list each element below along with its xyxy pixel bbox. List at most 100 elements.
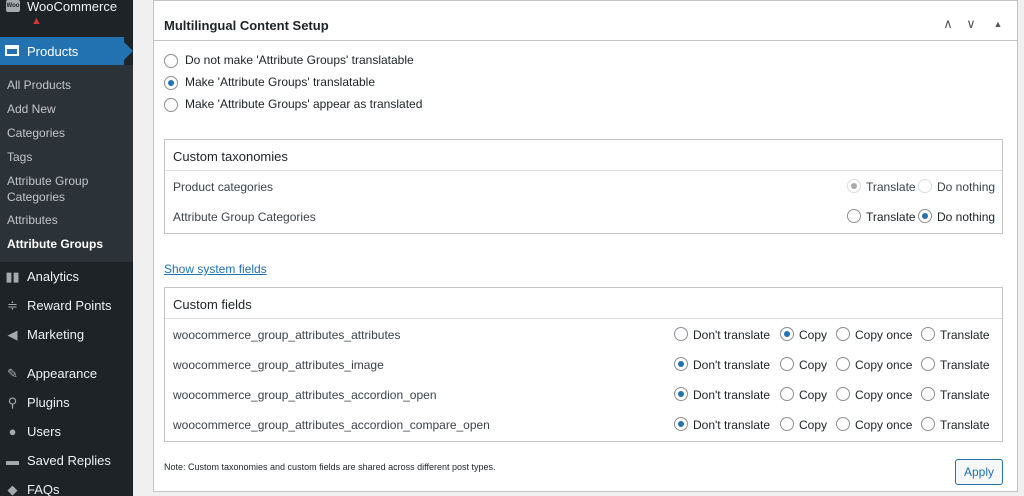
radio-do-nothing[interactable] (918, 179, 932, 193)
products-submenu: All Products Add New Categories Tags Att… (0, 65, 133, 262)
choice-label: Don't translate (693, 388, 770, 402)
option-radio[interactable] (164, 98, 178, 112)
sidebar-item-label: WooCommerce (27, 0, 118, 14)
submenu-attributes[interactable]: Attributes (7, 212, 127, 228)
choice-label: Translate (866, 210, 916, 224)
move-up-icon[interactable]: ∧ (939, 15, 957, 33)
archive-icon (5, 45, 19, 56)
option-label: Make 'Attribute Groups' translatable (185, 75, 376, 89)
sidebar-item-analytics[interactable]: ▮▮ Analytics (0, 264, 133, 288)
choice-label: Copy once (855, 418, 913, 432)
show-system-fields-link[interactable]: Show system fields (164, 262, 267, 276)
field-row: woocommerce_group_attributes_accordion_c… (165, 409, 1002, 439)
choice-label: Don't translate (693, 358, 770, 372)
choice-label: Translate (940, 358, 990, 372)
bar-chart-icon: ▮▮ (5, 269, 20, 284)
sidebar-item-reward-points[interactable]: ≑ Reward Points (0, 293, 133, 317)
custom-fields-box: Custom fields woocommerce_group_attribut… (164, 287, 1003, 442)
field-name: woocommerce_group_attributes_attributes (173, 328, 401, 342)
sidebar-item-appearance[interactable]: ✎ Appearance (0, 361, 133, 385)
graduation-cap-icon: ◆ (7, 482, 18, 496)
choice-label: Copy once (855, 388, 913, 402)
sidebar-item-marketing[interactable]: ◀ Marketing (0, 322, 133, 346)
choice-label: Copy (799, 328, 828, 342)
radio-copy-once[interactable] (836, 387, 850, 401)
radio-copy-once[interactable] (836, 417, 850, 431)
submenu-categories[interactable]: Categories (7, 125, 127, 141)
sidebar-item-label: FAQs (27, 482, 60, 496)
taxonomy-row: Attribute Group Categories Translate Do … (165, 201, 1002, 231)
submenu-add-new[interactable]: Add New (7, 101, 127, 117)
option-label: Make 'Attribute Groups' appear as transl… (185, 97, 423, 111)
sidebar-item-users[interactable]: ● Users (0, 419, 133, 443)
collapse-toggle-icon[interactable]: ▲ (989, 15, 1007, 33)
sidebar-item-label: Reward Points (27, 298, 112, 313)
sidebar-item-faqs[interactable]: ◆ FAQs (0, 477, 133, 496)
field-name: woocommerce_group_attributes_accordion_c… (173, 418, 490, 432)
field-row: woocommerce_group_attributes_attributes … (165, 319, 1002, 349)
choice-label: Translate (940, 388, 990, 402)
radio-copy[interactable] (780, 417, 794, 431)
panel-title: Multilingual Content Setup (164, 18, 329, 33)
radio-dont-translate[interactable] (674, 387, 688, 401)
choice-label: Do nothing (937, 210, 996, 224)
taxonomy-name: Attribute Group Categories (173, 210, 316, 224)
plugin-icon: ⚲ (7, 395, 18, 410)
sidebar-item-label: Appearance (27, 366, 98, 381)
radio-copy[interactable] (780, 357, 794, 371)
sidebar-item-label: Saved Replies (27, 453, 111, 468)
sidebar-item-plugins[interactable]: ⚲ Plugins (0, 390, 133, 414)
radio-copy-once[interactable] (836, 357, 850, 371)
sidebar-item-saved-replies[interactable]: ▬ Saved Replies (0, 448, 133, 472)
radio-dont-translate[interactable] (674, 417, 688, 431)
radio-dont-translate[interactable] (674, 357, 688, 371)
field-name: woocommerce_group_attributes_accordion_o… (173, 388, 437, 402)
woocommerce-icon: Woo (6, 0, 20, 12)
choice-label: Translate (866, 180, 916, 194)
submenu-tags[interactable]: Tags (7, 149, 127, 165)
multilingual-setup-panel: Multilingual Content Setup ∧ ∨ ▲ Do not … (153, 0, 1018, 492)
sidebar-item-label: Plugins (27, 395, 70, 410)
radio-translate[interactable] (847, 179, 861, 193)
radio-translate[interactable] (921, 327, 935, 341)
user-icon: ● (8, 424, 17, 439)
sidebar-item-label: Products (27, 44, 79, 59)
radio-translate[interactable] (921, 417, 935, 431)
box-title: Custom fields (165, 288, 1002, 319)
sidebar-item-label: Analytics (27, 269, 80, 284)
radio-do-nothing[interactable] (918, 209, 932, 223)
radio-dont-translate[interactable] (674, 327, 688, 341)
option-radio[interactable] (164, 76, 178, 90)
choice-label: Copy once (855, 358, 913, 372)
option-label: Do not make 'Attribute Groups' translata… (185, 53, 414, 67)
warning-icon: ▲ (31, 15, 42, 27)
radio-copy[interactable] (780, 327, 794, 341)
choice-label: Translate (940, 418, 990, 432)
panel-header: Multilingual Content Setup ∧ ∨ ▲ (154, 9, 1017, 41)
radio-copy[interactable] (780, 387, 794, 401)
choice-label: Copy (799, 388, 828, 402)
submenu-all-products[interactable]: All Products (7, 77, 127, 93)
submenu-attribute-group-categories[interactable]: Attribute Group Categories (7, 173, 127, 205)
radio-translate[interactable] (847, 209, 861, 223)
choice-label: Copy once (855, 328, 913, 342)
admin-sidebar: Woo WooCommerce ▲ Products All Products … (0, 0, 133, 496)
box-title: Custom taxonomies (165, 140, 1002, 171)
field-row: woocommerce_group_attributes_image Don't… (165, 349, 1002, 379)
radio-translate[interactable] (921, 357, 935, 371)
sidebar-item-products[interactable]: Products (0, 37, 133, 65)
choice-label: Don't translate (693, 418, 770, 432)
radio-translate[interactable] (921, 387, 935, 401)
apply-button[interactable]: Apply (955, 459, 1003, 485)
comments-icon: ▬ (6, 453, 19, 468)
submenu-attribute-groups[interactable]: Attribute Groups (7, 236, 127, 252)
sidebar-item-label: Marketing (27, 327, 85, 342)
option-radio[interactable] (164, 54, 178, 68)
choice-label: Copy (799, 358, 828, 372)
shared-types-note: Note: Custom taxonomies and custom field… (164, 462, 496, 472)
choice-label: Copy (799, 418, 828, 432)
radio-copy-once[interactable] (836, 327, 850, 341)
sidebar-item-woocommerce[interactable]: Woo WooCommerce ▲ (0, 0, 133, 36)
choice-label: Translate (940, 328, 990, 342)
move-down-icon[interactable]: ∨ (962, 15, 980, 33)
